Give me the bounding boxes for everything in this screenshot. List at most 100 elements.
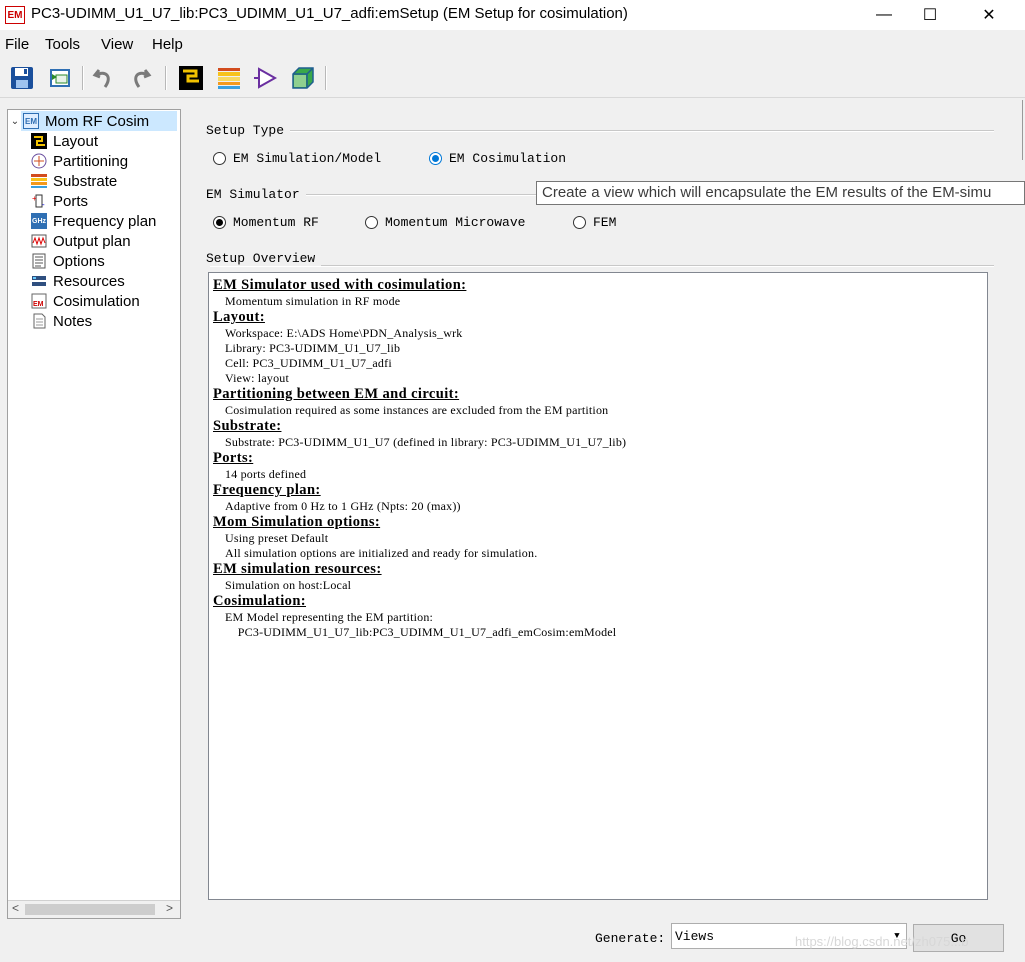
tree-item-options[interactable]: Options bbox=[31, 251, 105, 271]
radio-momentum-microwave[interactable]: Momentum Microwave bbox=[365, 215, 525, 230]
generate-label: Generate: bbox=[595, 931, 666, 946]
cosimulation-icon: EM bbox=[31, 293, 47, 309]
overview-heading: EM simulation resources: bbox=[213, 561, 382, 577]
menu-file[interactable]: File bbox=[5, 36, 29, 53]
em-import-icon[interactable] bbox=[46, 64, 74, 92]
tree-item-label: Notes bbox=[53, 312, 93, 330]
overview-line: EM Model representing the EM partition: bbox=[225, 610, 434, 624]
maximize-button[interactable]: ☐ bbox=[907, 0, 953, 30]
radio-em-simulation-model[interactable]: EM Simulation/Model bbox=[213, 151, 381, 166]
tree-item-frequency-plan[interactable]: GHz Frequency plan bbox=[31, 211, 156, 231]
overview-line: 14 ports defined bbox=[225, 467, 307, 481]
svg-text:-: - bbox=[42, 200, 45, 209]
menu-view[interactable]: View bbox=[101, 36, 133, 53]
save-icon[interactable] bbox=[8, 64, 36, 92]
close-button[interactable]: ✕ bbox=[966, 0, 1012, 30]
setup-type-divider bbox=[210, 130, 994, 132]
overview-line: All simulation options are initialized a… bbox=[225, 546, 538, 560]
ports-icon: + - bbox=[31, 193, 47, 209]
radio-button[interactable] bbox=[213, 152, 226, 165]
overview-heading: EM Simulator used with cosimulation: bbox=[213, 277, 467, 293]
em-simulator-label: EM Simulator bbox=[206, 187, 306, 202]
app-icon: EM bbox=[5, 6, 25, 24]
title-bar: EM PC3-UDIMM_U1_U7_lib:PC3_UDIMM_U1_U7_a… bbox=[0, 0, 1025, 30]
tree-item-partitioning[interactable]: Partitioning bbox=[31, 151, 128, 171]
undo-icon[interactable] bbox=[89, 64, 117, 92]
setup-overview-label: Setup Overview bbox=[206, 251, 322, 266]
overview-line: Substrate: PC3-UDIMM_U1_U7 (defined in l… bbox=[225, 435, 627, 449]
tree-item-label: Frequency plan bbox=[53, 212, 157, 230]
overview-heading: Frequency plan: bbox=[213, 482, 321, 498]
output-icon bbox=[31, 233, 47, 249]
toolbar-separator bbox=[82, 66, 84, 90]
resources-icon bbox=[31, 273, 47, 289]
expand-chevron-icon[interactable]: ⌄ bbox=[9, 116, 21, 127]
overview-heading: Partitioning between EM and circuit: bbox=[213, 386, 460, 402]
scroll-right-icon[interactable]: > bbox=[166, 901, 173, 915]
overview-line: PC3-UDIMM_U1_U7_lib:PC3_UDIMM_U1_U7_adfi… bbox=[225, 625, 617, 639]
tree-item-output-plan[interactable]: Output plan bbox=[31, 231, 131, 251]
tree-item-notes[interactable]: Notes bbox=[31, 311, 92, 331]
radio-fem[interactable]: FEM bbox=[573, 215, 616, 230]
tree-root-label: Mom RF Cosim bbox=[45, 112, 150, 130]
layout-icon[interactable] bbox=[177, 64, 205, 92]
redo-icon[interactable] bbox=[127, 64, 155, 92]
tree-item-label: Layout bbox=[53, 132, 99, 150]
radio-button[interactable] bbox=[573, 216, 586, 229]
overview-line: Momentum simulation in RF mode bbox=[225, 294, 401, 308]
tooltip: Create a view which will encapsulate the… bbox=[536, 181, 1025, 205]
substrate-icon bbox=[31, 173, 47, 189]
tree-item-resources[interactable]: Resources bbox=[31, 271, 125, 291]
overview-heading: Mom Simulation options: bbox=[213, 514, 381, 530]
radio-em-cosimulation[interactable]: EM Cosimulation bbox=[429, 151, 566, 166]
tree-item-substrate[interactable]: Substrate bbox=[31, 171, 117, 191]
radio-label: Momentum RF bbox=[233, 215, 319, 230]
menu-help[interactable]: Help bbox=[152, 36, 183, 53]
scrollbar-thumb[interactable] bbox=[25, 904, 155, 915]
overview-heading: Ports: bbox=[213, 450, 254, 466]
radio-label: EM Simulation/Model bbox=[233, 151, 382, 166]
radio-button[interactable] bbox=[365, 216, 378, 229]
tree-item-label: Partitioning bbox=[53, 152, 129, 170]
svg-text:+: + bbox=[32, 194, 37, 203]
minimize-button[interactable]: — bbox=[861, 0, 907, 30]
tree-item-label: Resources bbox=[53, 272, 125, 290]
overview-line: View: layout bbox=[225, 371, 289, 385]
overview-line: Cell: PC3_UDIMM_U1_U7_adfi bbox=[225, 356, 392, 370]
tree-item-cosimulation[interactable]: EM Cosimulation bbox=[31, 291, 140, 311]
toolbar-divider bbox=[0, 97, 1025, 98]
3d-view-icon[interactable] bbox=[289, 64, 317, 92]
tree-item-ports[interactable]: + - Ports bbox=[31, 191, 88, 211]
radio-label: FEM bbox=[593, 215, 617, 230]
radio-label: EM Cosimulation bbox=[449, 151, 567, 166]
overview-line: Adaptive from 0 Hz to 1 GHz (Npts: 20 (m… bbox=[225, 499, 461, 513]
notes-icon bbox=[31, 313, 47, 329]
radio-button-selected[interactable] bbox=[213, 216, 226, 229]
setup-type-label: Setup Type bbox=[206, 123, 291, 138]
setup-overview-text: EM Simulator used with cosimulation: Mom… bbox=[208, 272, 988, 900]
partitioning-icon bbox=[31, 153, 47, 169]
tree-item-label: Substrate bbox=[53, 172, 118, 190]
overview-line: Simulation on host:Local bbox=[225, 578, 352, 592]
setup-tree: ⌄ EM Mom RF Cosim Layout Partitioning Su… bbox=[7, 109, 181, 919]
tree-root-selection: EM Mom RF Cosim bbox=[21, 111, 178, 131]
substrate-icon[interactable] bbox=[215, 64, 243, 92]
tree-item-label: Output plan bbox=[53, 232, 131, 250]
svg-text:EM: EM bbox=[33, 301, 44, 308]
em-icon: EM bbox=[23, 113, 39, 129]
radio-momentum-rf[interactable]: Momentum RF bbox=[213, 215, 319, 230]
tree-root-mom-rf-cosim[interactable]: ⌄ EM Mom RF Cosim bbox=[9, 111, 178, 131]
overview-line: Cosimulation required as some instances … bbox=[225, 403, 609, 417]
menu-tools[interactable]: Tools bbox=[45, 36, 80, 53]
tree-item-layout[interactable]: Layout bbox=[31, 131, 98, 151]
scroll-left-icon[interactable]: < bbox=[12, 901, 19, 915]
outer-scrollbar-stub bbox=[1016, 100, 1025, 160]
overview-heading: Substrate: bbox=[213, 418, 282, 434]
radio-button-selected[interactable] bbox=[429, 152, 442, 165]
simulate-icon[interactable] bbox=[252, 64, 280, 92]
tree-horizontal-scrollbar[interactable]: < > bbox=[8, 900, 180, 918]
watermark: https://blog.csdn.net/zh075...b bbox=[795, 934, 969, 949]
toolbar-separator bbox=[325, 66, 327, 90]
overview-line: Workspace: E:\ADS Home\PDN_Analysis_wrk bbox=[225, 326, 463, 340]
tree-item-label: Ports bbox=[53, 192, 89, 210]
